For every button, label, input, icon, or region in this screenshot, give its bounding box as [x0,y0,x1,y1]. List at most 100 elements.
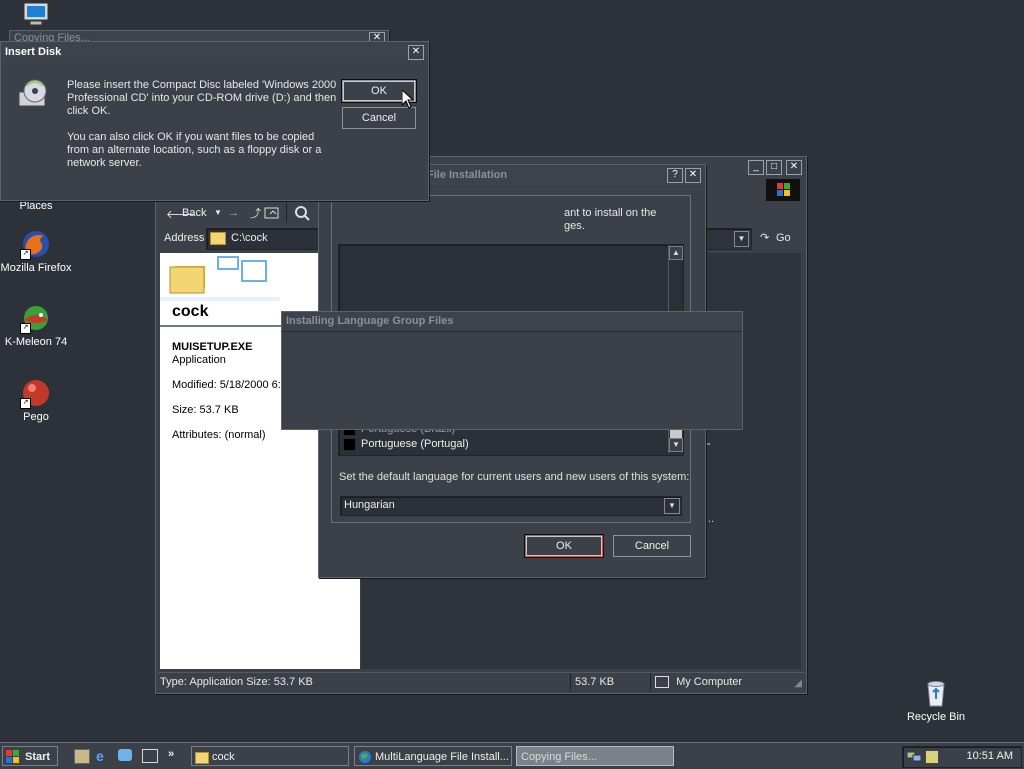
go-button[interactable]: ↷ Go [760,231,800,247]
scroll-down-icon[interactable]: ▼ [669,438,683,452]
status-size-cell: 53.7 KB [570,673,649,691]
instruction-line-1: ant to install on the [564,207,657,219]
start-label: Start [25,751,51,763]
checkbox[interactable] [343,437,356,451]
window-switch-icon[interactable] [142,749,158,763]
windows-logo-icon [766,179,800,201]
installing-language-dialog: Installing Language Group Files [281,311,743,430]
folder-icon [195,752,209,764]
firefox-icon: ↗ [20,228,52,260]
minimize-button[interactable]: _ [748,160,764,175]
address-dropdown[interactable]: ▼ [704,228,752,250]
dialog-title-bar: Insert Disk [1,42,428,62]
desktop-icon-label: Pego [23,411,49,423]
forward-button[interactable]: → [228,207,244,221]
cancel-button[interactable]: Cancel [342,107,416,129]
shortcut-arrow-icon: ↗ [20,323,31,334]
desktop-icon-label: Places [19,200,53,212]
desktop-icon-label: Mozilla Firefox [0,262,72,274]
dialog-title-bar: Installing Language Group Files [282,312,742,332]
folder-icon [210,232,226,245]
close-button[interactable]: ✕ [408,45,424,60]
dialog-title: Insert Disk [5,46,62,58]
alternate-location-message: You can also click OK if you want files … [67,131,322,169]
mouse-cursor-icon [401,88,415,110]
scroll-up-icon[interactable]: ▲ [669,246,683,260]
file-type: Application [172,354,226,366]
dialog-title: Installing Language Group Files [286,315,454,327]
shortcut-arrow-icon: ↗ [20,249,31,260]
file-attributes: Attributes: (normal) [172,429,266,441]
network-icon[interactable] [906,750,922,762]
dialog-title: File Installation [427,169,508,181]
back-button[interactable]: 🡐 Back ▼ [166,205,222,223]
address-value: C:\cock [231,232,268,244]
address-input[interactable]: C:\cock [206,228,320,250]
status-info: Type: Application Size: 53.7 KB [160,676,313,688]
default-language-label: Set the default language for current use… [339,471,690,483]
desktop-icon-recycle-bin[interactable]: Recycle Bin [896,677,976,723]
status-zone-cell: My Computer [650,673,795,691]
insert-disk-dialog: Insert Disk ✕ Please insert the Compact … [0,41,429,201]
show-desktop-icon[interactable] [74,749,90,764]
chevron-down-icon[interactable]: ▼ [664,498,680,514]
status-zone: My Computer [676,676,743,688]
cd-drive-icon [17,78,51,110]
system-tray: 10:51 AM [902,746,1022,768]
search-icon[interactable] [294,205,310,221]
desktop-icon-label: K-Meleon 74 [4,336,68,348]
taskbar-button-multilanguage[interactable]: MultiLanguage File Install... [354,746,512,766]
folder-title: cock [172,303,209,320]
quicklaunch-more-icon[interactable]: » [168,748,174,760]
desktop-icon-firefox[interactable]: ↗ Mozilla Firefox [0,228,76,274]
internet-explorer-icon[interactable]: e [96,748,104,764]
taskbar-button-label: cock [212,751,235,763]
status-bar: Type: Application Size: 53.7 KB 53.7 KB … [158,672,804,691]
taskbar: Start e » cock MultiLanguage File Instal… [0,742,1024,769]
file-modified: Modified: 5/18/2000 6: [172,379,281,391]
clock[interactable]: 10:51 AM [967,750,1013,762]
quicklaunch: e » [66,746,184,766]
desktop-icon-pego[interactable]: ↗ Pego [0,377,76,423]
default-language-value: Hungarian [344,499,395,511]
close-button[interactable]: ✕ [685,168,701,183]
go-arrow-icon: ↷ [760,232,770,244]
taskbar-button-copying[interactable]: Copying Files... [516,746,674,766]
desktop-icon-kmeleon[interactable]: ↗ K-Meleon 74 [0,302,76,348]
kmeleon-icon: ↗ [20,302,52,334]
maximize-button[interactable]: □ [766,160,782,175]
shortcut-arrow-icon: ↗ [20,398,31,409]
go-label: Go [776,232,791,244]
outlook-express-icon[interactable] [118,749,132,761]
instruction-text: ant to install on the ges. [564,207,690,233]
my-computer-icon[interactable] [20,2,52,28]
pego-icon: ↗ [20,377,52,409]
help-button[interactable]: ? [667,168,683,183]
cancel-button[interactable]: Cancel [613,535,691,557]
back-label: Back [182,207,207,219]
desktop-icon-label: Recycle Bin [906,711,966,723]
instruction-line-2: ges. [564,220,585,232]
folders-button[interactable] [264,205,280,221]
start-button[interactable]: Start [2,746,58,766]
windows-logo-icon [6,750,20,763]
ok-button[interactable]: OK [524,534,604,558]
recycle-bin-icon [920,677,952,709]
chevron-down-icon: ▼ [214,208,222,217]
file-item-fragment: ... [705,513,715,525]
taskbar-button-explorer[interactable]: cock [191,746,349,766]
language-label: Portuguese (Portugal) [361,438,469,450]
volume-icon[interactable] [925,750,939,764]
computer-icon [655,676,669,689]
default-language-select[interactable]: Hungarian ▼ [340,496,682,516]
taskbar-button-label: MultiLanguage File Install... [375,751,509,763]
file-name: MUISETUP.EXE [172,341,253,353]
desktop-icon-places[interactable]: Places [0,200,76,212]
status-size: 53.7 KB [575,676,615,688]
close-button[interactable]: ✕ [786,160,802,175]
insert-disk-message: Please insert the Compact Disc labeled '… [67,79,337,117]
chevron-down-icon[interactable]: ▼ [734,231,749,247]
language-item[interactable]: Portuguese (Portugal) [343,436,469,452]
file-size: Size: 53.7 KB [172,404,239,416]
resize-grip-icon[interactable]: ◢ [794,675,802,693]
